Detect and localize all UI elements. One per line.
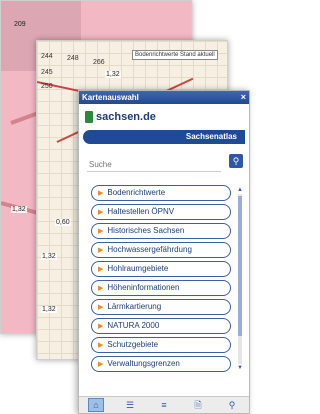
triangle-right-icon: ▶ bbox=[98, 247, 104, 254]
map-number: 266 bbox=[93, 59, 105, 66]
layers-icon[interactable]: ☰ bbox=[123, 399, 137, 411]
list-item[interactable]: ▶ Schutzgebiete bbox=[91, 337, 231, 353]
map-number: 250 bbox=[41, 83, 53, 90]
list-item-label: Historisches Sachsen bbox=[107, 226, 185, 235]
scroll-down-icon[interactable]: ▼ bbox=[237, 365, 243, 371]
map-number: 244 bbox=[41, 53, 53, 60]
brand-text: sachsen.de bbox=[96, 111, 156, 123]
list-item-label: Verwaltungsgrenzen bbox=[107, 359, 180, 368]
list-item-label: NATURA 2000 bbox=[107, 321, 160, 330]
list-item-label: Schutzgebiete bbox=[107, 340, 159, 349]
triangle-right-icon: ▶ bbox=[98, 266, 104, 273]
scroll-thumb[interactable] bbox=[238, 196, 242, 336]
map-list: ▶ Bodenrichtwerte ▶ Haltestellen ÖPNV ▶ His… bbox=[91, 185, 231, 375]
atlas-bar: Sachsenatlas bbox=[83, 130, 245, 144]
map-number: 245 bbox=[41, 69, 53, 76]
home-icon[interactable]: ⌂ bbox=[88, 398, 104, 412]
triangle-right-icon: ▶ bbox=[98, 190, 104, 197]
triangle-right-icon: ▶ bbox=[98, 323, 104, 330]
list-item[interactable]: ▶ Hochwassergefährdung bbox=[91, 242, 231, 258]
document-icon[interactable]: 🗎 bbox=[191, 399, 205, 411]
list-item[interactable]: ▶ Haltestellen ÖPNV bbox=[91, 204, 231, 220]
search-icon: ⚲ bbox=[232, 156, 240, 166]
close-icon[interactable]: × bbox=[241, 91, 246, 104]
scroll-track[interactable] bbox=[238, 194, 242, 364]
list-icon[interactable]: ≡ bbox=[157, 399, 171, 411]
list-item-label: Hochwassergefährdung bbox=[107, 245, 192, 254]
scroll-up-icon[interactable]: ▲ bbox=[237, 187, 243, 193]
list-item-label: Höheninformationen bbox=[107, 283, 180, 292]
triangle-right-icon: ▶ bbox=[98, 209, 104, 216]
triangle-right-icon: ▶ bbox=[98, 285, 104, 292]
map-tooltip: Bodenrichtwerte Stand aktuell bbox=[132, 50, 218, 60]
map-selection-panel: Kartenauswahl × sachsen.de Sachsenatlas … bbox=[78, 90, 250, 414]
list-scrollbar[interactable]: ▲ ▼ bbox=[237, 187, 243, 375]
search-button[interactable]: ⚲ bbox=[229, 154, 243, 168]
triangle-right-icon: ▶ bbox=[98, 304, 104, 311]
list-item[interactable]: ▶ Verwaltungsgrenzen bbox=[91, 356, 231, 372]
map-label: 209 bbox=[14, 21, 26, 28]
map-label: 1,32 bbox=[11, 206, 27, 213]
list-item[interactable]: ▶ Historisches Sachsen bbox=[91, 223, 231, 239]
search-bar: ⚲ bbox=[87, 154, 243, 172]
panel-title: Kartenauswahl bbox=[82, 93, 139, 102]
triangle-right-icon: ▶ bbox=[98, 342, 104, 349]
list-item[interactable]: ▶ Hohlraumgebiete bbox=[91, 261, 231, 277]
map-label: 1,32 bbox=[105, 71, 121, 78]
list-item[interactable]: ▶ Bodenrichtwerte bbox=[91, 185, 231, 201]
map-number: 248 bbox=[67, 55, 79, 62]
list-item-label: Bodenrichtwerte bbox=[107, 188, 166, 197]
list-item[interactable]: ▶ NATURA 2000 bbox=[91, 318, 231, 334]
map-label: 1,32 bbox=[41, 306, 57, 313]
search-icon[interactable]: ⚲ bbox=[225, 399, 239, 411]
list-item[interactable]: ▶ Lärmkartierung bbox=[91, 299, 231, 315]
list-item-label: Hohlraumgebiete bbox=[107, 264, 169, 273]
triangle-right-icon: ▶ bbox=[98, 228, 104, 235]
list-item-label: Haltestellen ÖPNV bbox=[107, 207, 175, 216]
search-input[interactable] bbox=[87, 158, 221, 172]
sachsen-logo-icon bbox=[85, 111, 93, 123]
triangle-right-icon: ▶ bbox=[98, 361, 104, 368]
panel-titlebar: Kartenauswahl × bbox=[79, 91, 249, 104]
map-label: 1,32 bbox=[41, 253, 57, 260]
list-item-label: Lärmkartierung bbox=[107, 302, 162, 311]
brand: sachsen.de bbox=[79, 104, 249, 127]
list-item[interactable]: ▶ Höheninformationen bbox=[91, 280, 231, 296]
bottom-toolbar: ⌂ ☰ ≡ 🗎 ⚲ bbox=[79, 396, 249, 413]
map-label: 0,60 bbox=[55, 219, 71, 226]
